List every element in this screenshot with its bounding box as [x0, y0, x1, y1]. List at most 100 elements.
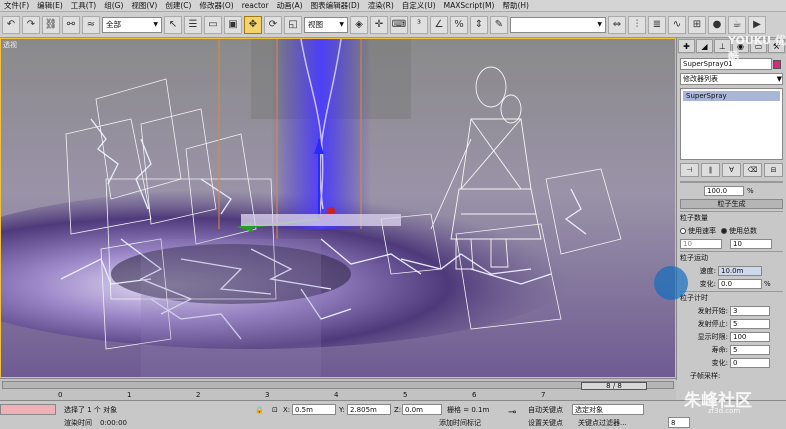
remove-modifier-icon[interactable]: ⌫ — [743, 163, 762, 177]
select-by-name-icon[interactable]: ☰ — [184, 15, 202, 34]
menu-maxscript[interactable]: MAXScript(M) — [440, 1, 499, 10]
render-setup-icon[interactable]: ☕ — [728, 15, 746, 34]
perspective-viewport[interactable]: 透视 — [0, 38, 676, 378]
emit-start-row: 发射开始: 3 — [680, 305, 783, 316]
display-until-row: 显示时限: 100 — [680, 331, 783, 342]
keyboard-shortcut-icon[interactable]: ⌨ — [390, 15, 408, 34]
bind-spacewarp-icon[interactable]: ≈ — [82, 15, 100, 34]
radio-use-total[interactable] — [721, 227, 727, 234]
rect-selection-icon[interactable]: ▭ — [204, 15, 222, 34]
mirror-icon[interactable]: ⇔ — [608, 15, 626, 34]
layer-manager-icon[interactable]: ≣ — [648, 15, 666, 34]
create-tab-icon[interactable]: ✚ — [678, 39, 695, 53]
select-rotate-icon[interactable]: ⟳ — [264, 15, 282, 34]
speed-variation-spinner[interactable]: 0.0 — [718, 278, 762, 289]
superspray-emitter[interactable] — [241, 214, 401, 226]
select-manipulate-icon[interactable]: ✛ — [370, 15, 388, 34]
select-move-icon[interactable]: ✥ — [244, 15, 262, 34]
named-selection-dropdown[interactable]: ▼ — [510, 16, 606, 33]
menu-rendering[interactable]: 渲染(R) — [364, 0, 398, 11]
emit-start-spinner[interactable]: 3 — [730, 305, 770, 316]
menu-help[interactable]: 帮助(H) — [498, 0, 533, 11]
modify-tab-icon[interactable]: ◢ — [696, 39, 713, 53]
viewport-label[interactable]: 透视 — [3, 40, 17, 50]
zf-community-url: zf3d.com — [708, 407, 741, 415]
modifier-list-dropdown[interactable]: 修改器列表 ▼ — [680, 73, 783, 85]
redo-icon[interactable]: ↷ — [22, 15, 40, 34]
current-frame-field[interactable]: 8 — [668, 417, 690, 428]
radio-use-rate[interactable] — [680, 227, 686, 234]
radio-use-total-label: 使用总数 — [729, 226, 757, 235]
percent-snap-icon[interactable]: % — [450, 15, 468, 34]
menu-create[interactable]: 创建(C) — [161, 0, 195, 11]
pin-stack-icon[interactable]: ⊣ — [680, 163, 699, 177]
life-variation-label: 变化: — [711, 358, 728, 367]
undo-icon[interactable]: ↶ — [2, 15, 20, 34]
menu-customize[interactable]: 自定义(U) — [398, 0, 440, 11]
auto-key-button[interactable]: 自动关键点 — [528, 404, 563, 415]
x-coord-field[interactable]: 0.5m — [292, 404, 336, 415]
chevron-down-icon: ▼ — [153, 21, 158, 28]
spinner-snap-icon[interactable]: ⇕ — [470, 15, 488, 34]
snap-toggle-icon[interactable]: ³ — [410, 15, 428, 34]
quick-render-icon[interactable]: ▶ — [748, 15, 766, 34]
emit-start-label: 发射开始: — [697, 306, 728, 315]
menu-views[interactable]: 视图(V) — [127, 0, 161, 11]
subframe-label: 子帧采样: — [690, 371, 721, 380]
menu-animation[interactable]: 动画(A) — [273, 0, 307, 11]
edit-named-selection-icon[interactable]: ✎ — [490, 15, 508, 34]
display-until-label: 显示时限: — [697, 332, 728, 341]
percent-spinner[interactable]: 100.0 — [704, 185, 744, 196]
selection-filter-dropdown[interactable]: 全部 ▼ — [102, 16, 162, 33]
menu-modifiers[interactable]: 修改器(O) — [195, 0, 237, 11]
curve-editor-icon[interactable]: ∿ — [668, 15, 686, 34]
menu-edit[interactable]: 编辑(E) — [33, 0, 67, 11]
life-spinner[interactable]: 5 — [730, 344, 770, 355]
select-object-icon[interactable]: ↖ — [164, 15, 182, 34]
stack-item-superspray[interactable]: SuperSpray — [683, 91, 780, 101]
link-icon[interactable]: ⛓ — [42, 15, 60, 34]
display-until-spinner[interactable]: 100 — [730, 331, 770, 342]
rate-spinner[interactable]: 10 — [680, 238, 722, 249]
total-spinner[interactable]: 10 — [730, 238, 772, 249]
menu-tools[interactable]: 工具(T) — [67, 0, 100, 11]
pivot-center-icon[interactable]: ◈ — [350, 15, 368, 34]
unlink-icon[interactable]: ⚯ — [62, 15, 80, 34]
align-icon[interactable]: ⫶ — [628, 15, 646, 34]
rollout-particle-generation[interactable]: 粒子生成 — [680, 199, 783, 209]
add-time-tag-button[interactable]: 添加时间标记 — [439, 417, 481, 428]
group-particle-quantity: 粒子数量 — [680, 211, 783, 223]
show-end-result-icon[interactable]: ∥ — [701, 163, 720, 177]
key-selection-dropdown[interactable]: 选定对象 — [572, 404, 644, 415]
make-unique-icon[interactable]: ∀ — [722, 163, 741, 177]
menu-file[interactable]: 文件(F) — [0, 0, 33, 11]
set-key-button[interactable]: 设置关键点 — [528, 417, 563, 428]
configure-sets-icon[interactable]: ⊟ — [764, 163, 783, 177]
quantity-values-row: 10 10 — [680, 238, 783, 249]
key-filters-button[interactable]: 关键点过滤器... — [578, 417, 627, 428]
lock-selection-icon[interactable]: 🔒 — [255, 404, 264, 415]
speed-spinner[interactable]: 10.0m — [718, 265, 762, 276]
time-slider-handle[interactable]: 8 / 8 — [581, 382, 647, 390]
menu-graph-editors[interactable]: 图表编辑器(D) — [307, 0, 364, 11]
absolute-mode-icon[interactable]: ⊡ — [272, 404, 278, 415]
timeline: 8 / 8 0 1 2 3 4 5 6 7 — [0, 378, 676, 400]
select-scale-icon[interactable]: ◱ — [284, 15, 302, 34]
angle-snap-icon[interactable]: ∠ — [430, 15, 448, 34]
y-coord-field[interactable]: 2.805m — [347, 404, 391, 415]
emit-stop-spinner[interactable]: 5 — [730, 318, 770, 329]
reference-coordinate-dropdown[interactable]: 视图 ▼ — [304, 16, 348, 33]
window-crossing-icon[interactable]: ▣ — [224, 15, 242, 34]
coord-system-value: 视图 — [308, 20, 323, 29]
z-coord-field[interactable]: 0.0m — [402, 404, 442, 415]
life-variation-spinner[interactable]: 0 — [730, 357, 770, 368]
schematic-view-icon[interactable]: ⊞ — [688, 15, 706, 34]
key-icon[interactable]: ⊸ — [508, 407, 516, 418]
material-editor-icon[interactable]: ● — [708, 15, 726, 34]
tick-label: 7 — [541, 391, 546, 399]
maxscript-listener-mini[interactable] — [0, 404, 56, 415]
main-toolbar: ↶ ↷ ⛓ ⚯ ≈ 全部 ▼ ↖ ☰ ▭ ▣ ✥ ⟳ ◱ 视图 ▼ ◈ ✛ ⌨ ³ … — [0, 12, 786, 38]
menu-reactor[interactable]: reactor — [238, 1, 273, 10]
time-slider-track[interactable]: 8 / 8 — [2, 381, 674, 390]
menu-group[interactable]: 组(G) — [100, 0, 127, 11]
